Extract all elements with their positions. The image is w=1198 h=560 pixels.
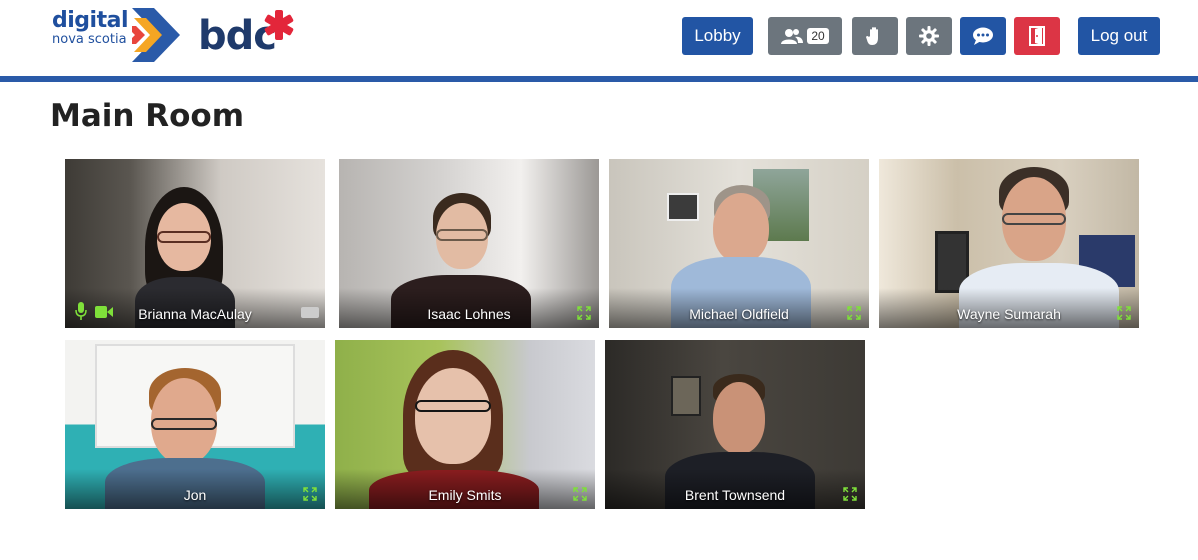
participant-name: Jon (183, 487, 207, 503)
asterisk-logo-icon (264, 10, 294, 40)
participant-name: Brent Townsend (684, 487, 786, 503)
participant-name: Michael Oldfield (689, 306, 789, 322)
participant-name: Isaac Lohnes (427, 306, 511, 322)
lobby-button-label: Lobby (694, 26, 741, 45)
participant-glasses (157, 231, 211, 243)
gear-icon (919, 26, 939, 46)
video-tile[interactable]: Brent Townsend (605, 340, 865, 509)
leave-room-button[interactable] (1014, 17, 1060, 55)
video-tile[interactable]: Brianna MacAulay (65, 159, 325, 328)
participants-count-badge: 20 (807, 28, 829, 44)
video-tile[interactable]: Michael Oldfield (609, 159, 869, 328)
expand-icon[interactable] (303, 487, 317, 501)
video-tile[interactable]: Jon (65, 340, 325, 509)
expand-icon[interactable] (573, 487, 587, 501)
logout-button-label: Log out (1090, 26, 1148, 45)
participant-name: Emily Smits (428, 487, 502, 503)
header-divider (0, 76, 1198, 82)
video-tile[interactable]: Wayne Sumarah (879, 159, 1139, 328)
raise-hand-button[interactable] (852, 17, 898, 55)
participant-face (713, 193, 769, 263)
digital-nova-scotia-logo: digital nova scotia (52, 8, 180, 62)
expand-icon[interactable] (843, 487, 857, 501)
screen-share-icon[interactable] (301, 307, 319, 318)
participant-name: Brianna MacAulay (138, 306, 252, 322)
expand-icon[interactable] (577, 306, 591, 320)
video-tile[interactable]: Isaac Lohnes (339, 159, 599, 328)
participant-name: Wayne Sumarah (957, 306, 1061, 322)
lobby-button[interactable]: Lobby (682, 17, 753, 55)
users-icon (781, 29, 804, 44)
logout-button[interactable]: Log out (1078, 17, 1160, 55)
wall-picture (667, 193, 699, 221)
expand-icon[interactable] (1117, 306, 1131, 320)
chat-button[interactable] (960, 17, 1006, 55)
participant-face (713, 382, 765, 454)
participant-glasses (436, 229, 488, 241)
wall-picture (671, 376, 701, 416)
participant-glasses (1002, 213, 1066, 225)
page-title: Main Room (50, 98, 245, 134)
bdc-logo: bdc (198, 10, 294, 60)
logo-text-digital: digital (52, 8, 128, 33)
participants-button[interactable]: 20 (768, 17, 842, 55)
participant-glasses (415, 400, 491, 412)
hand-icon (866, 27, 878, 45)
logo-text-nova-scotia: nova scotia (52, 32, 127, 47)
top-bar: digital nova scotia bdc Lobby 20 Log out (0, 0, 1198, 76)
settings-button[interactable] (906, 17, 952, 55)
participant-face (415, 368, 491, 464)
video-tile[interactable]: Emily Smits (335, 340, 595, 509)
participant-glasses (151, 418, 217, 430)
chevron-logo-mark-icon (132, 8, 180, 62)
chat-icon (973, 27, 993, 45)
door-exit-icon (1029, 26, 1045, 46)
expand-icon[interactable] (847, 306, 861, 320)
